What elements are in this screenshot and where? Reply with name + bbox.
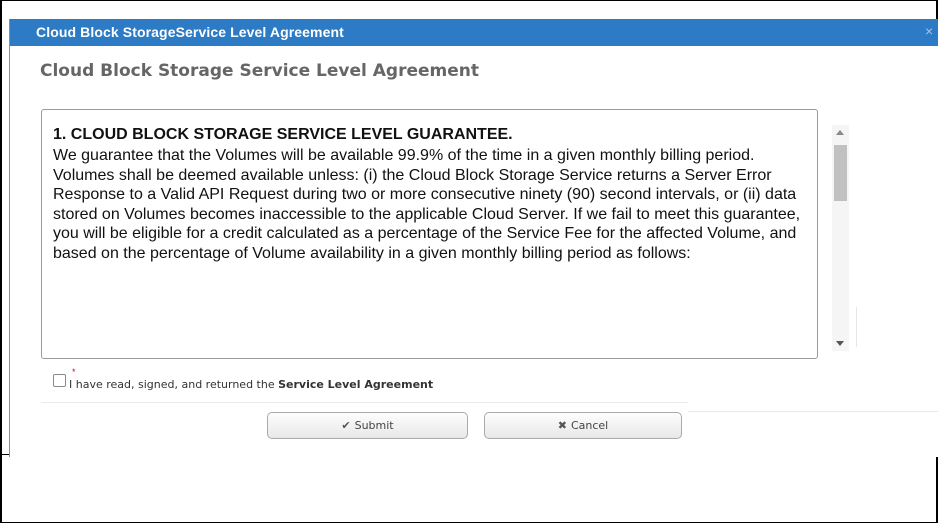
cancel-button[interactable]: ✖ Cancel xyxy=(484,412,682,439)
dialog-title: Cloud Block StorageService Level Agreeme… xyxy=(36,24,344,40)
dialog-titlebar: Cloud Block StorageService Level Agreeme… xyxy=(10,19,938,46)
check-icon: ✔ xyxy=(341,419,351,432)
agreement-checkbox-label: I have read, signed, and returned the Se… xyxy=(69,378,433,391)
checkbox-label-prefix: I have read, signed, and returned the xyxy=(69,378,279,391)
checkbox-label-strong: Service Level Agreement xyxy=(278,378,434,391)
agreement-scrollbar[interactable] xyxy=(832,125,849,351)
submit-button[interactable]: ✔ Submit xyxy=(267,412,468,439)
form-divider xyxy=(41,402,688,403)
scrollbar-thumb[interactable] xyxy=(834,145,847,201)
scroll-up-arrow-icon[interactable] xyxy=(836,130,844,135)
cancel-button-label: Cancel xyxy=(570,419,609,432)
required-mark: * xyxy=(72,367,76,377)
x-icon: ✖ xyxy=(557,419,567,432)
scroll-down-arrow-icon[interactable] xyxy=(836,341,844,346)
submit-button-label: Submit xyxy=(354,419,394,432)
form-divider-right xyxy=(688,411,938,412)
agreement-checkbox[interactable] xyxy=(53,374,66,387)
agreement-section-heading: 1. CLOUD BLOCK STORAGE SERVICE LEVEL GUA… xyxy=(53,126,513,143)
sla-dialog: Cloud Block StorageService Level Agreeme… xyxy=(9,19,938,457)
agreement-body-text: We guarantee that the Volumes will be av… xyxy=(53,147,801,262)
close-icon[interactable]: × xyxy=(925,22,938,40)
page-title: Cloud Block Storage Service Level Agreem… xyxy=(40,61,480,81)
scroll-edge-line xyxy=(856,307,857,347)
agreement-text-box[interactable]: 1. CLOUD BLOCK STORAGE SERVICE LEVEL GUA… xyxy=(41,109,818,359)
